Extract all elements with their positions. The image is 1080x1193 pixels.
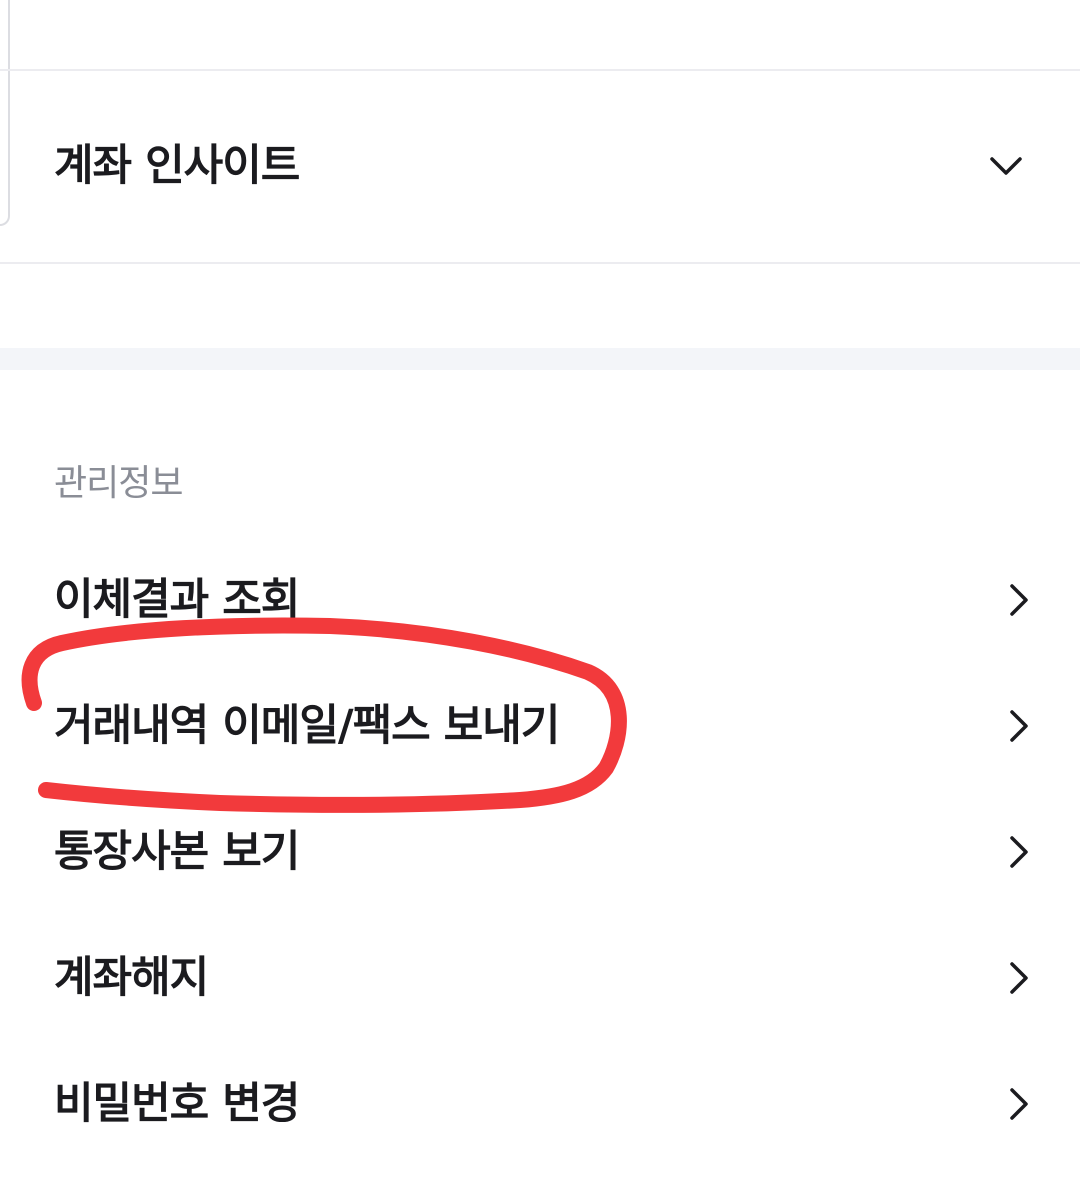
divider [0,262,1080,264]
menu-item-label: 거래내역 이메일/팩스 보내기 [54,701,560,751]
section-separator [0,348,1080,370]
menu-item-label: 비밀번호 변경 [54,1079,300,1129]
menu-item-passbook-copy[interactable]: 통장사본 보기 [0,798,1080,908]
section-label: 관리정보 [54,463,183,504]
chevron-right-icon [1010,1088,1028,1120]
chevron-down-icon[interactable] [986,150,1026,182]
menu-item-change-password[interactable]: 비밀번호 변경 [0,1050,1080,1160]
menu-item-transfer-result[interactable]: 이체결과 조회 [0,546,1080,656]
menu-item-label: 통장사본 보기 [54,827,300,877]
account-insight-title: 계좌 인사이트 [54,141,300,191]
chevron-right-icon [1010,962,1028,994]
menu-item-label: 이체결과 조회 [54,575,300,625]
menu-item-close-account[interactable]: 계좌해지 [0,924,1080,1034]
chevron-right-icon [1010,584,1028,616]
menu-item-label: 계좌해지 [54,953,209,1003]
menu-item-send-history[interactable]: 거래내역 이메일/팩스 보내기 [0,672,1080,782]
chevron-right-icon [1010,836,1028,868]
chevron-right-icon [1010,710,1028,742]
